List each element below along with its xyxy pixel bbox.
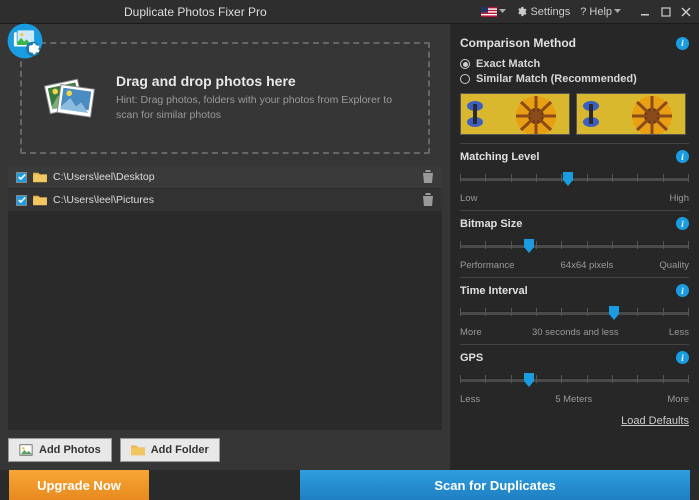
time-label: Time Interval (460, 285, 528, 297)
bitmap-slider[interactable] (460, 236, 689, 260)
comparison-heading: Comparison Method (460, 36, 576, 50)
trash-icon[interactable] (422, 193, 434, 207)
minimize-button[interactable] (637, 4, 655, 20)
add-folder-button[interactable]: Add Folder (120, 438, 220, 462)
info-icon[interactable]: i (676, 351, 689, 364)
drop-area[interactable]: Drag and drop photos here Hint: Drag pho… (20, 42, 430, 154)
matching-slider[interactable] (460, 169, 689, 193)
settings-link[interactable]: Settings (516, 6, 570, 18)
folder-icon (33, 171, 47, 183)
list-item[interactable]: C:\Users\leel\Pictures (8, 189, 442, 212)
info-icon[interactable]: i (676, 150, 689, 163)
right-panel: Comparison Method i Exact Match Similar … (450, 24, 699, 470)
titlebar: Duplicate Photos Fixer Pro Settings ? He… (0, 0, 699, 24)
radio-exact[interactable]: Exact Match (460, 58, 689, 70)
app-title: Duplicate Photos Fixer Pro (124, 5, 267, 19)
slider-thumb[interactable] (524, 373, 534, 387)
photo-icon (19, 443, 33, 457)
left-panel: Drag and drop photos here Hint: Drag pho… (0, 24, 450, 470)
gps-slider[interactable] (460, 370, 689, 394)
file-list: C:\Users\leel\Desktop C:\Users\leel\Pict… (8, 166, 442, 430)
gps-label: GPS (460, 352, 483, 364)
close-button[interactable] (677, 4, 695, 20)
file-path: C:\Users\leel\Pictures (53, 194, 416, 206)
radio-similar[interactable]: Similar Match (Recommended) (460, 73, 689, 85)
matching-label: Matching Level (460, 151, 539, 163)
slider-thumb[interactable] (563, 172, 573, 186)
preview-thumb (460, 93, 570, 135)
folder-icon (33, 194, 47, 206)
language-selector[interactable] (481, 7, 506, 17)
radio-icon (460, 59, 470, 69)
slider-thumb[interactable] (609, 306, 619, 320)
radio-icon (460, 74, 470, 84)
app-logo (6, 22, 44, 63)
load-defaults-link[interactable]: Load Defaults (621, 415, 689, 427)
info-icon[interactable]: i (676, 217, 689, 230)
trash-icon[interactable] (422, 170, 434, 184)
folder-icon (131, 443, 145, 457)
info-icon[interactable]: i (676, 37, 689, 50)
scan-button[interactable]: Scan for Duplicates (300, 470, 690, 500)
drop-hint: Hint: Drag photos, folders with your pho… (116, 93, 410, 122)
help-link[interactable]: ? Help (580, 6, 621, 18)
upgrade-button[interactable]: Upgrade Now (9, 470, 149, 500)
maximize-button[interactable] (657, 4, 675, 20)
info-icon[interactable]: i (676, 284, 689, 297)
photos-icon (40, 68, 100, 128)
file-path: C:\Users\leel\Desktop (53, 171, 416, 183)
checkbox-icon[interactable] (16, 195, 27, 206)
footer: Upgrade Now Scan for Duplicates (0, 470, 699, 500)
checkbox-icon[interactable] (16, 172, 27, 183)
preview-thumb (576, 93, 686, 135)
time-slider[interactable] (460, 303, 689, 327)
bitmap-label: Bitmap Size (460, 218, 522, 230)
drop-heading: Drag and drop photos here (116, 73, 410, 89)
list-item[interactable]: C:\Users\leel\Desktop (8, 166, 442, 189)
slider-thumb[interactable] (524, 239, 534, 253)
add-photos-button[interactable]: Add Photos (8, 438, 112, 462)
